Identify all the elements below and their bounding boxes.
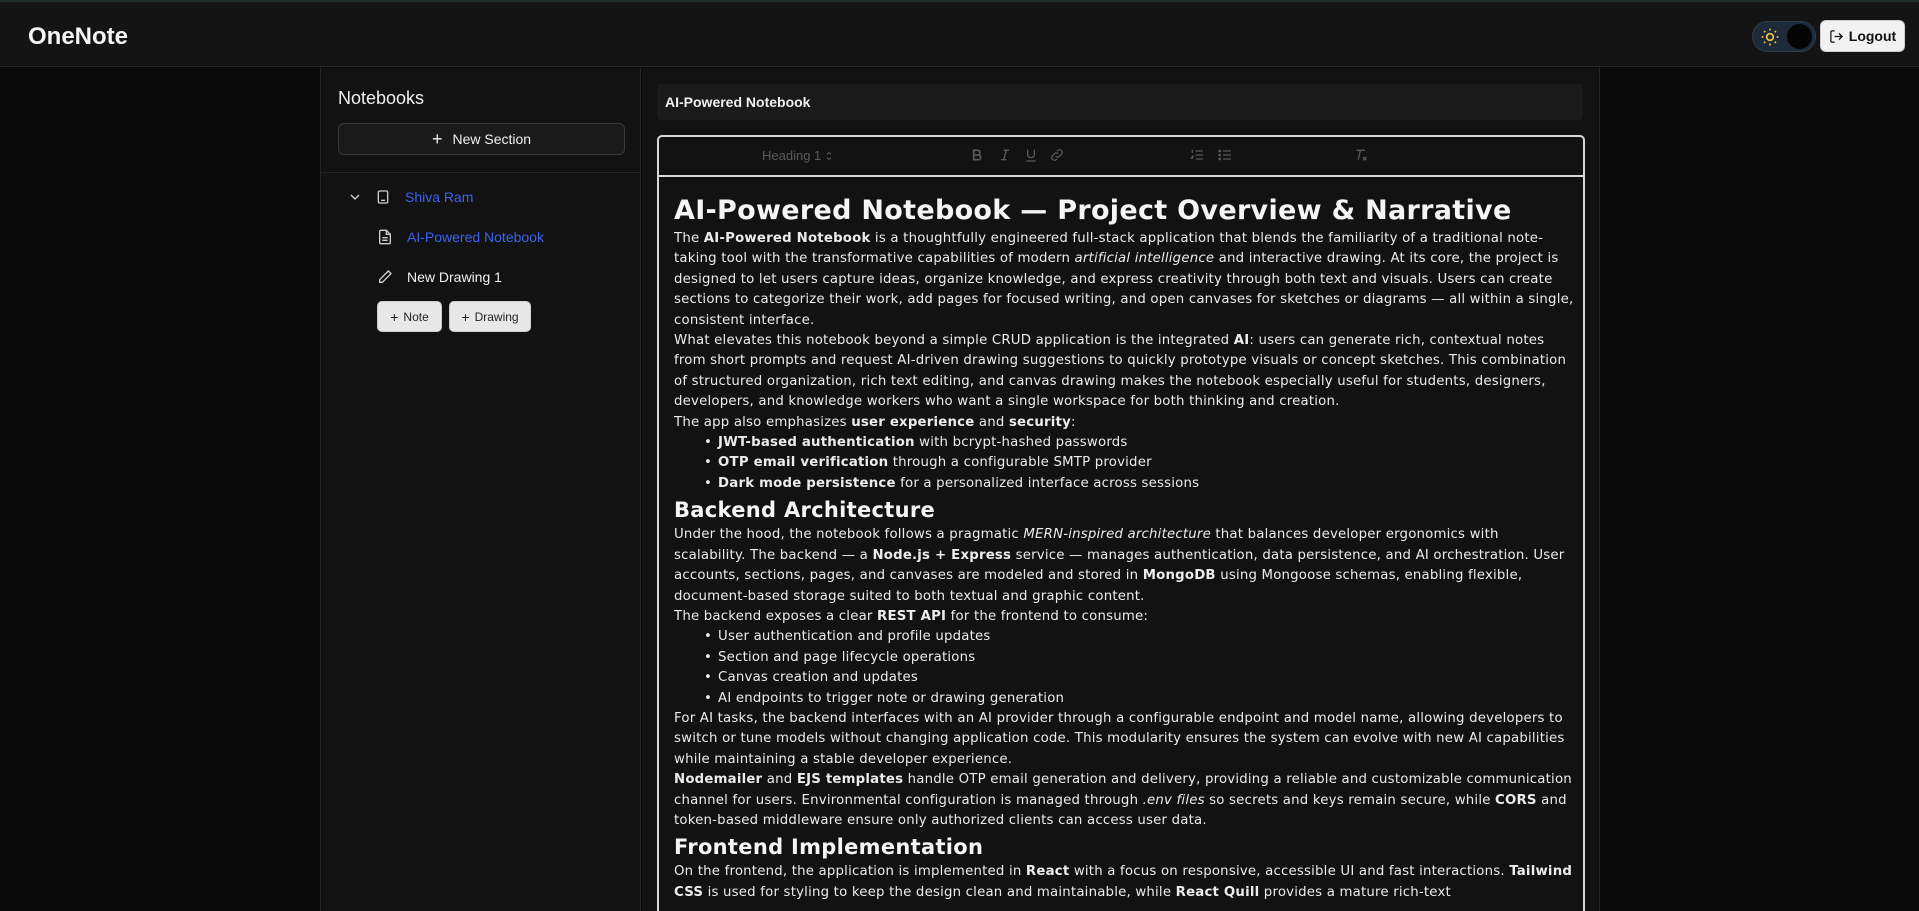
toggle-knob [1787,24,1812,49]
list-item: Section and page lifecycle operations [704,648,1574,668]
paragraph: Nodemailer and EJS templates handle OTP … [674,772,1572,828]
bullet-list: User authentication and profile updates … [674,627,1574,709]
editor-content[interactable]: AI-Powered Notebook — Project Overview &… [674,194,1574,903]
sun-icon [1761,28,1779,46]
section-item[interactable]: Shiva Ram [347,189,473,205]
add-drawing-label: Drawing [474,309,519,324]
notebooks-sidebar: Notebooks + New Section Shiva Ram AI-Pow… [320,68,641,911]
add-note-label: Note [403,309,429,324]
italic-button[interactable] [997,147,1013,166]
top-bar: OneNote Logout [0,0,1919,67]
underline-icon [1026,149,1036,162]
updown-arrows-icon [826,151,832,160]
sidebar-divider [321,172,640,173]
list-item: OTP email verification through a configu… [704,453,1574,473]
heading-select-value: Heading 1 [762,148,822,163]
add-note-button[interactable]: + Note [377,301,442,332]
paragraph: What elevates this notebook beyond a sim… [674,333,1567,410]
ordered-list-icon [1190,149,1203,160]
bold-icon [972,149,982,161]
pencil-icon [379,270,392,283]
list-item: JWT-based authentication with bcrypt-has… [704,433,1574,453]
list-item: AI endpoints to trigger note or drawing … [704,689,1574,709]
logout-icon [1830,29,1843,43]
content-heading-1: AI-Powered Notebook — Project Overview &… [674,195,1512,226]
clear-format-icon [1356,149,1367,161]
list-item: User authentication and profile updates [704,627,1574,647]
paragraph: For AI tasks, the backend interfaces wit… [674,710,1565,767]
plus-icon: + [431,129,443,149]
new-section-button[interactable]: + New Section [338,123,625,155]
book-icon [377,190,389,204]
plus-icon: + [390,308,399,325]
new-section-label: New Section [452,131,532,147]
plus-icon: + [461,308,470,325]
clear-format-button[interactable] [1353,147,1369,166]
logout-label: Logout [1848,28,1897,44]
page-title-input[interactable]: AI-Powered Notebook [657,84,1583,120]
page-item-notebook[interactable]: AI-Powered Notebook [377,229,544,245]
theme-toggle[interactable] [1752,21,1816,52]
italic-icon [1001,149,1009,161]
drawing-label: New Drawing 1 [407,269,502,285]
bullet-list-icon [1218,149,1231,161]
document-icon [379,229,391,245]
paragraph: Under the hood, the notebook follows a p… [674,527,1565,604]
list-item: Dark mode persistence for a personalized… [704,474,1574,494]
editor-toolbar: Heading 1 [659,137,1583,177]
sidebar-title: Notebooks [338,88,425,108]
paragraph: On the frontend, the application is impl… [674,864,1573,900]
content-heading-2: Frontend Implementation [674,835,984,860]
editor-panel: AI-Powered Notebook Heading 1 AI-Powered… [642,68,1600,911]
link-button[interactable] [1049,147,1065,166]
rich-text-editor: Heading 1 AI-Powered Notebook — Project … [657,135,1585,911]
bold-button[interactable] [969,147,985,166]
paragraph: The app also emphasizes user experience … [674,414,1076,430]
bullet-list-button[interactable] [1217,147,1233,166]
link-icon [1051,149,1063,161]
section-label: Shiva Ram [405,189,474,205]
paragraph: The AI-Powered Notebook is a thoughtfull… [674,231,1574,328]
add-drawing-button[interactable]: + Drawing [449,301,531,332]
logout-button[interactable]: Logout [1820,20,1905,52]
paragraph: The backend exposes a clear REST API for… [674,608,1149,624]
content-heading-2: Backend Architecture [674,498,936,523]
page-item-drawing[interactable]: New Drawing 1 [377,269,502,285]
underline-button[interactable] [1023,147,1039,166]
chevron-down-icon[interactable] [347,189,363,205]
ordered-list-button[interactable] [1189,147,1205,166]
app-brand[interactable]: OneNote [28,23,128,51]
page-label: AI-Powered Notebook [407,229,544,245]
bullet-list: JWT-based authentication with bcrypt-has… [674,433,1574,494]
list-item: Canvas creation and updates [704,668,1574,688]
heading-select[interactable]: Heading 1 [762,148,835,163]
